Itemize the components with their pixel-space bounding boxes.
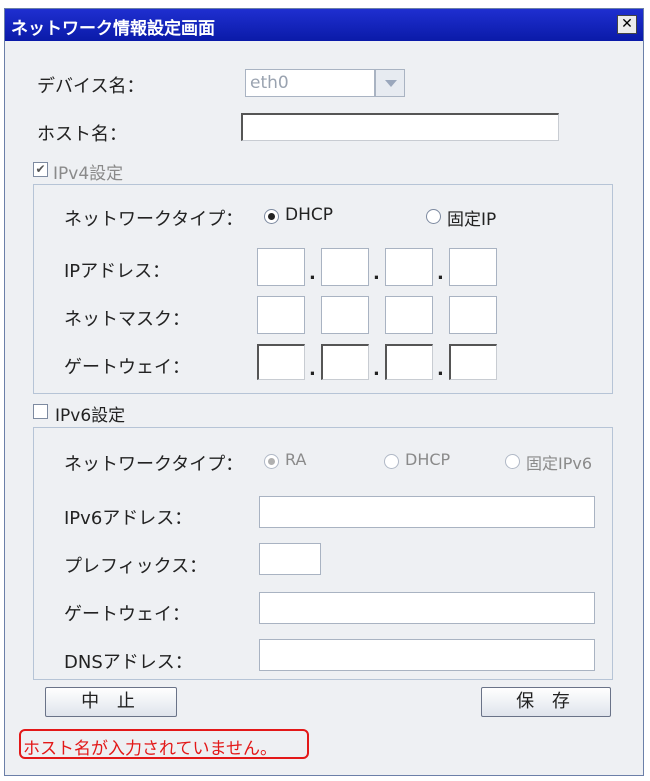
chevron-down-icon[interactable] [375, 69, 405, 97]
ipv4-group: ネットワークタイプ： DHCP 固定IP IPアドレス： . . . ネットマス… [33, 184, 613, 394]
ipv4-dhcp-radio[interactable] [264, 209, 279, 224]
ipv6-address-input[interactable] [259, 496, 595, 528]
ipv4-dhcp-label: DHCP [285, 205, 333, 225]
ipv6-dhcp-label: DHCP [405, 450, 451, 469]
ipv4-gateway-octet-1[interactable] [257, 344, 305, 380]
window-title: ネットワーク情報設定画面 [11, 19, 215, 39]
ipv6-ra-radio[interactable] [264, 454, 279, 469]
error-message: ホスト名が入力されていません。 [23, 739, 277, 759]
ipv6-ra-label: RA [285, 450, 307, 469]
ipv4-gateway-dot: . [437, 359, 444, 380]
ipv4-static-label: 固定IP [447, 210, 497, 230]
ipv4-address-octet-3[interactable] [385, 248, 433, 286]
ipv6-prefix-input[interactable] [259, 543, 321, 575]
host-name-input[interactable] [241, 113, 559, 141]
ipv4-static-radio[interactable] [426, 209, 441, 224]
ipv4-netmask-octet-2[interactable] [321, 296, 369, 334]
ipv4-address-dot: . [437, 263, 444, 284]
ipv6-checkbox[interactable] [33, 404, 48, 419]
ipv4-gateway-dot: . [309, 359, 316, 380]
device-name-label: デバイス名： [37, 76, 145, 97]
title-bar: ネットワーク情報設定画面 ✕ [5, 9, 643, 41]
device-select-value: eth0 [250, 73, 289, 93]
ipv6-checkbox-label: IPv6設定 [55, 406, 126, 426]
ipv6-dns-input[interactable] [259, 639, 595, 671]
ipv4-checkbox[interactable]: ✔ [33, 162, 48, 177]
ipv4-address-label: IPアドレス： [64, 261, 171, 282]
ipv4-address-dot: . [373, 263, 380, 284]
ipv6-dhcp-radio[interactable] [384, 454, 399, 469]
ipv6-gateway-label: ゲートウェイ： [64, 604, 190, 625]
ipv4-gateway-octet-4[interactable] [449, 344, 497, 380]
ipv4-address-octet-1[interactable] [257, 248, 305, 286]
ipv6-address-label: IPv6アドレス： [64, 508, 193, 529]
ipv6-gateway-input[interactable] [259, 592, 595, 624]
ipv4-checkbox-label: IPv4設定 [53, 164, 124, 184]
ipv4-gateway-label: ゲートウェイ： [64, 357, 190, 378]
ipv4-gateway-octet-3[interactable] [385, 344, 433, 380]
host-name-label: ホスト名： [37, 124, 127, 145]
ipv4-netmask-label: ネットマスク： [64, 309, 190, 330]
save-button[interactable]: 保 存 [481, 687, 611, 717]
close-icon: ✕ [621, 16, 633, 32]
device-select[interactable]: eth0 [245, 69, 405, 97]
error-message-box: ホスト名が入力されていません。 [19, 729, 309, 759]
ipv4-network-type-label: ネットワークタイプ： [64, 209, 244, 230]
ipv4-gateway-dot: . [373, 359, 380, 380]
ipv4-address-octet-2[interactable] [321, 248, 369, 286]
ipv6-static-label: 固定IPv6 [526, 454, 593, 473]
close-button[interactable]: ✕ [617, 15, 637, 34]
checkmark-icon: ✔ [35, 162, 46, 176]
ipv6-static-radio[interactable] [505, 454, 520, 469]
ipv4-netmask-octet-4[interactable] [449, 296, 497, 334]
ipv4-netmask-octet-3[interactable] [385, 296, 433, 334]
ipv4-address-octet-4[interactable] [449, 248, 497, 286]
network-settings-dialog: ネットワーク情報設定画面 ✕ デバイス名： eth0 ホスト名： ✔ IPv4設… [4, 8, 644, 776]
ipv4-gateway-octet-2[interactable] [321, 344, 369, 380]
ipv4-address-dot: . [309, 263, 316, 284]
ipv6-dns-label: DNSアドレス： [64, 652, 193, 673]
ipv6-network-type-label: ネットワークタイプ： [64, 454, 244, 475]
ipv6-group: ネットワークタイプ： RA DHCP 固定IPv6 IPv6アドレス： プレフィ… [33, 427, 613, 680]
ipv6-prefix-label: プレフィックス： [64, 556, 208, 577]
cancel-button[interactable]: 中 止 [45, 687, 177, 717]
device-select-box: eth0 [245, 69, 375, 97]
ipv4-netmask-octet-1[interactable] [257, 296, 305, 334]
